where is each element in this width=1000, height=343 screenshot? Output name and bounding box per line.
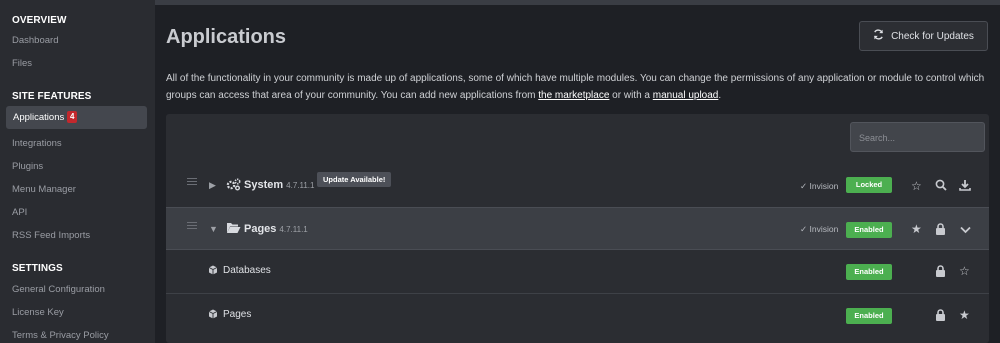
cube-icon — [208, 265, 218, 278]
main-content: Applications Check for Updates All of th… — [155, 0, 1000, 343]
app-row-system[interactable]: ▶ System 4.7.11.1 Update Available! ✓ Inv… — [166, 164, 989, 207]
download-icon[interactable] — [959, 179, 971, 193]
manual-upload-link[interactable]: manual upload — [653, 90, 719, 101]
vendor-label: ✓ Invision — [800, 224, 839, 234]
marketplace-link[interactable]: the marketplace — [538, 90, 609, 101]
sidebar-section-settings: SETTINGS — [12, 263, 63, 274]
search-input[interactable]: Search... — [850, 122, 985, 152]
lock-icon — [935, 223, 946, 237]
folder-open-icon — [226, 222, 241, 237]
sidebar-item-applications[interactable]: Applications 4 — [6, 106, 147, 129]
app-row-pages[interactable]: ▼ Pages 4.7.11.1 ✓ Invision Enabled ★ — [166, 207, 989, 250]
module-name: Pages — [223, 309, 252, 320]
sidebar-item-label: Applications — [13, 112, 65, 123]
status-badge: Enabled — [846, 222, 892, 238]
sidebar-item-dashboard[interactable]: Dashboard — [12, 35, 58, 46]
status-badge: Locked — [846, 177, 892, 193]
lock-icon — [935, 309, 946, 323]
star-outline-icon[interactable]: ☆ — [959, 265, 970, 277]
app-name: System 4.7.11.1 — [244, 179, 315, 191]
app-version: 4.7.11.1 — [286, 181, 315, 190]
star-outline-icon[interactable]: ☆ — [911, 180, 922, 192]
sidebar-section-site-features: SITE FEATURES — [12, 91, 92, 102]
check-icon: ✓ — [800, 224, 808, 234]
module-row-databases[interactable]: Databases Enabled ☆ — [166, 251, 989, 294]
app-name: Pages 4.7.11.1 — [244, 223, 308, 235]
sidebar-section-overview: OVERVIEW — [12, 15, 67, 26]
sidebar-item-terms-privacy[interactable]: Terms & Privacy Policy — [12, 330, 109, 341]
drag-handle-icon[interactable] — [187, 222, 197, 231]
applications-panel: Search... ▶ System 4.7.11.1 Update Availa… — [166, 114, 989, 343]
refresh-icon — [873, 29, 884, 43]
cogs-icon — [226, 178, 241, 194]
update-available-badge[interactable]: Update Available! — [317, 172, 392, 187]
top-bar — [155, 0, 1000, 5]
search-icon[interactable] — [935, 179, 947, 193]
sidebar-item-api[interactable]: API — [12, 207, 27, 218]
star-filled-icon[interactable]: ★ — [959, 309, 970, 321]
vendor-label: ✓ Invision — [800, 181, 839, 191]
drag-handle-icon[interactable] — [187, 178, 197, 187]
check-icon: ✓ — [800, 181, 808, 191]
star-filled-icon[interactable]: ★ — [911, 223, 922, 235]
module-row-pages[interactable]: Pages Enabled ★ — [166, 293, 989, 336]
sidebar-item-files[interactable]: Files — [12, 58, 32, 69]
status-badge: Enabled — [846, 264, 892, 280]
page-title: Applications — [166, 26, 287, 48]
module-name: Databases — [223, 265, 271, 276]
status-badge: Enabled — [846, 308, 892, 324]
notification-badge: 4 — [67, 111, 78, 123]
cube-icon — [208, 309, 218, 322]
caret-down-icon[interactable]: ▼ — [209, 224, 218, 234]
sidebar-item-rss-feed-imports[interactable]: RSS Feed Imports — [12, 230, 90, 241]
chevron-down-icon[interactable] — [960, 224, 971, 236]
caret-right-icon[interactable]: ▶ — [209, 180, 216, 191]
lock-icon — [935, 265, 946, 279]
sidebar: OVERVIEW Dashboard Files SITE FEATURES A… — [0, 0, 155, 343]
check-for-updates-label: Check for Updates — [891, 30, 974, 42]
app-version: 4.7.11.1 — [279, 225, 308, 234]
sidebar-item-menu-manager[interactable]: Menu Manager — [12, 184, 76, 195]
sidebar-item-license-key[interactable]: License Key — [12, 307, 64, 318]
sidebar-item-integrations[interactable]: Integrations — [12, 138, 62, 149]
sidebar-item-plugins[interactable]: Plugins — [12, 161, 43, 172]
check-for-updates-button[interactable]: Check for Updates — [859, 21, 988, 51]
page-description: All of the functionality in your communi… — [166, 73, 985, 101]
sidebar-item-general-configuration[interactable]: General Configuration — [12, 284, 105, 295]
